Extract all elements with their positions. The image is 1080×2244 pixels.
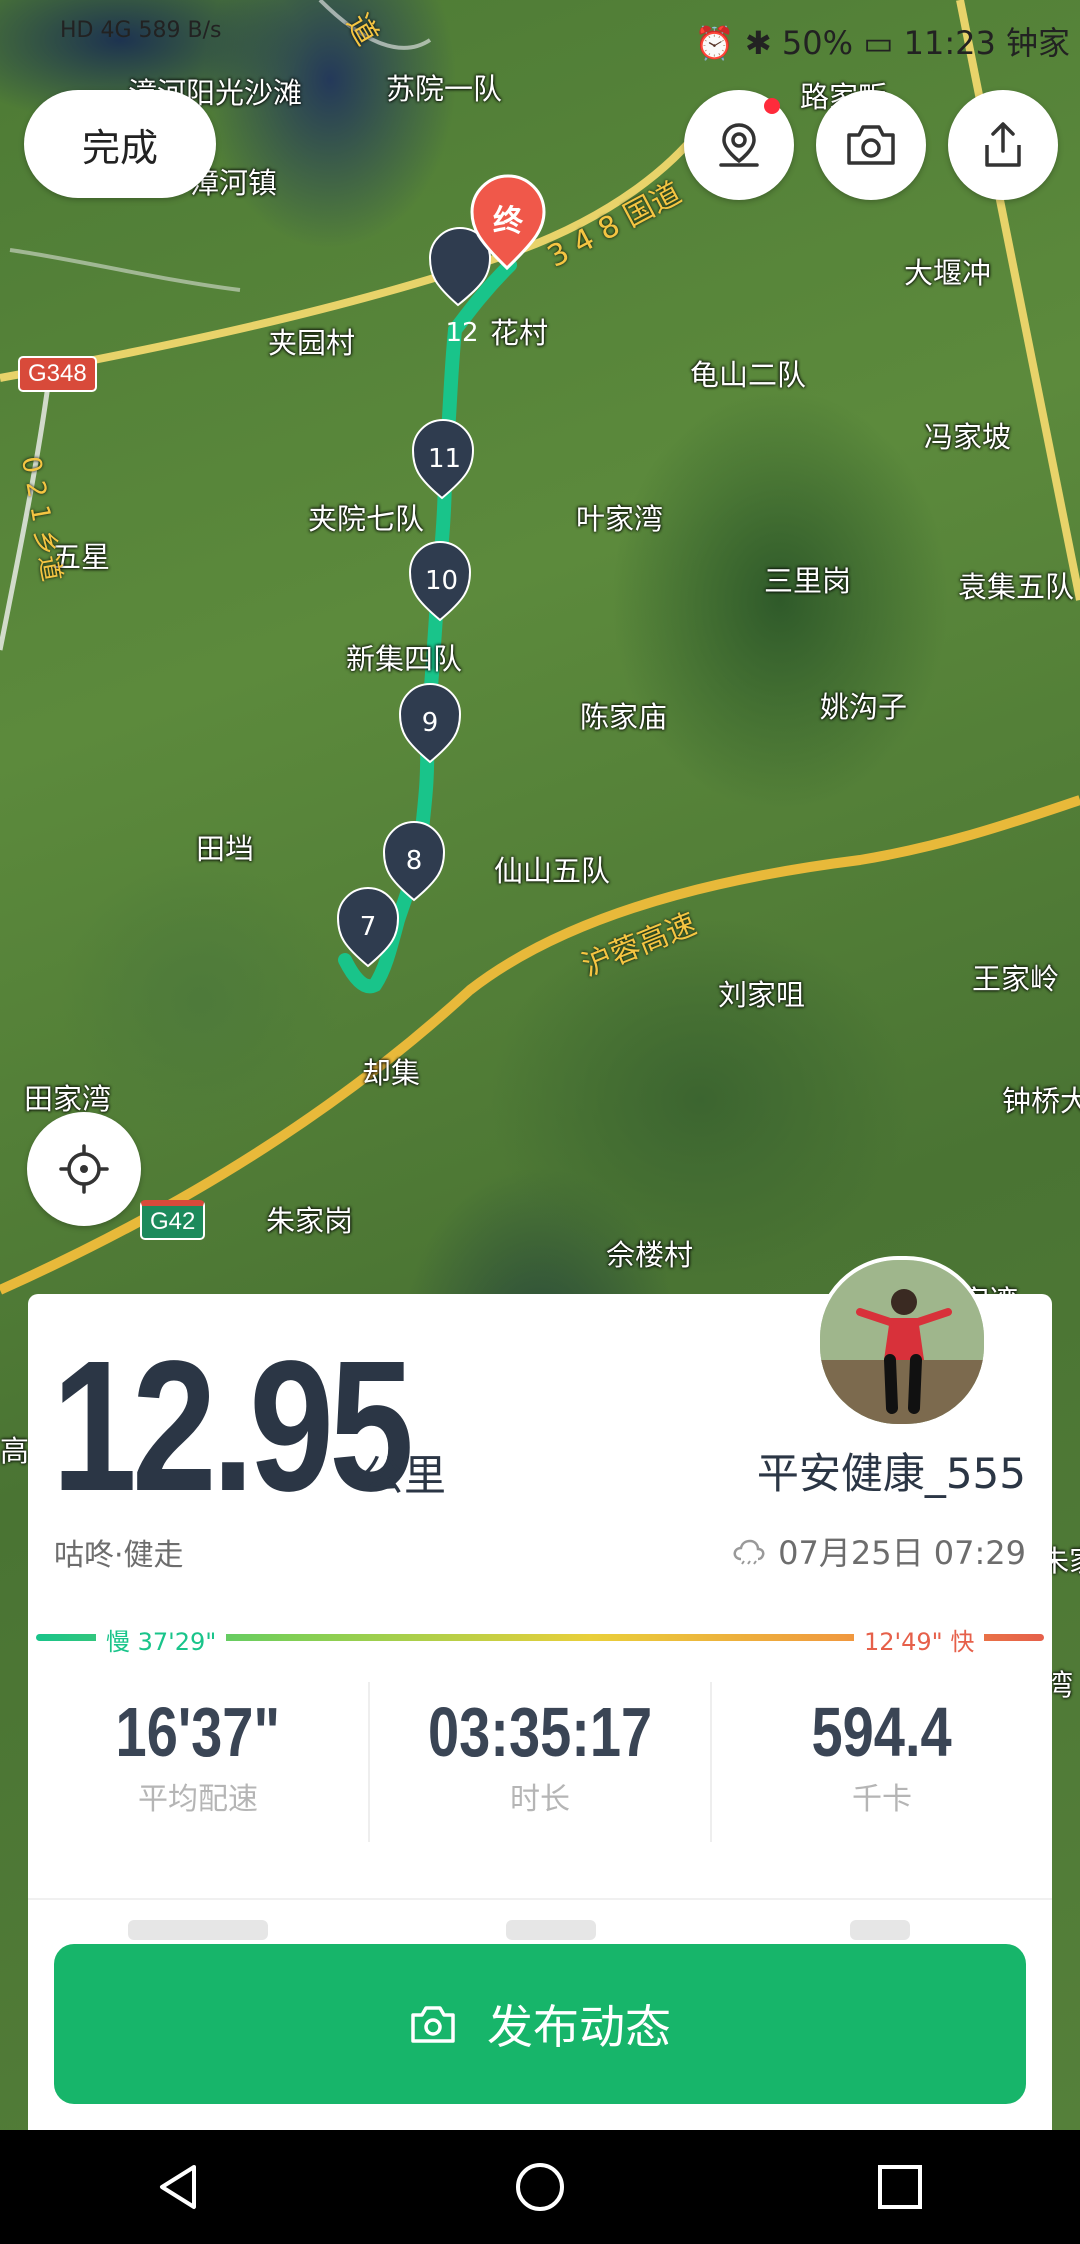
pace-slow-label: 慢 37'29" <box>96 1622 227 1657</box>
datetime-text: 07月25日 07:29 <box>778 1534 1026 1572</box>
locate-button[interactable] <box>27 1112 141 1226</box>
home-icon[interactable] <box>512 2159 568 2215</box>
stat-value: 16'37" <box>115 1693 281 1771</box>
stat-label: 平均配速 <box>138 1782 258 1817</box>
stats-row: 16'37" 平均配速 03:35:17 时长 594.4 千卡 <box>28 1682 1052 1842</box>
route-location-button[interactable] <box>684 90 794 200</box>
divider <box>28 1898 1052 1900</box>
publish-label: 发布动态 <box>487 2000 671 2054</box>
stat-label: 千卡 <box>852 1782 912 1817</box>
km-marker-label: 10 <box>425 566 459 596</box>
system-nav-bar <box>0 2130 1080 2244</box>
status-right: ⏰ ✱ 50% ▭ 11:23 钟家 <box>694 24 1070 62</box>
network-indicator: HD 4G 589 B/s <box>60 18 222 43</box>
camera-icon <box>847 125 895 165</box>
user-photo <box>820 1260 984 1424</box>
distance-value: 12.95 <box>52 1323 414 1530</box>
share-button[interactable] <box>948 90 1058 200</box>
share-icon <box>985 122 1021 167</box>
camera-icon <box>411 2006 455 2043</box>
activity-type: 咕咚·健走 <box>54 1538 184 1573</box>
publish-button[interactable]: 发布动态 <box>54 1944 1026 2104</box>
datetime: 07月25日 07:29 <box>732 1528 1026 1574</box>
pace-fast-label: 12'49" 快 <box>854 1622 985 1657</box>
stat-avg-pace: 16'37" 平均配速 <box>28 1682 368 1842</box>
stat-value: 03:35:17 <box>427 1693 653 1771</box>
km-marker-label: 12 <box>445 318 479 348</box>
recents-icon[interactable] <box>872 2159 928 2215</box>
stat-calories: 594.4 千卡 <box>710 1682 1052 1842</box>
username[interactable]: 平安健康_555 <box>757 1440 1026 1501</box>
km-marker-label: 11 <box>428 444 462 474</box>
obscured-stat <box>128 1920 268 1940</box>
obscured-stat <box>850 1920 910 1940</box>
location-pin-icon <box>719 123 759 167</box>
stat-value: 594.4 <box>811 1693 953 1771</box>
pace-legend: 慢 37'29" 12'49" 快 <box>36 1622 1044 1657</box>
obscured-stat <box>506 1920 596 1940</box>
crosshair-icon <box>59 1144 109 1194</box>
stat-label: 时长 <box>510 1782 570 1817</box>
done-button[interactable]: 完成 <box>24 90 216 198</box>
distance-unit: 公里 <box>362 1451 447 1500</box>
end-marker-label: 终 <box>493 204 523 239</box>
km-marker-label: 8 <box>405 846 423 876</box>
stat-duration: 03:35:17 时长 <box>368 1682 710 1842</box>
status-bar: HD 4G 589 B/s ⏰ ✱ 50% ▭ 11:23 钟家 <box>0 0 1080 80</box>
km-marker-label: 9 <box>421 708 439 738</box>
km-marker-label: 7 <box>359 912 377 942</box>
camera-button[interactable] <box>816 90 926 200</box>
notification-dot <box>764 98 780 114</box>
avatar[interactable] <box>816 1256 988 1428</box>
cloud-icon <box>733 1539 765 1565</box>
back-icon[interactable] <box>152 2159 208 2215</box>
